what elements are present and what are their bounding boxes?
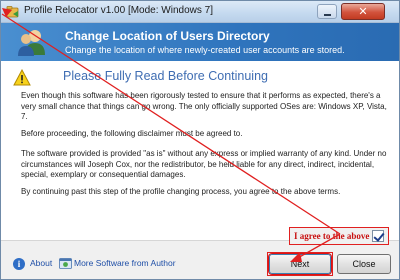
footer-bar: i About More Software from Author Next C… (1, 249, 399, 279)
users-icon (18, 30, 45, 56)
info-icon: i (13, 258, 25, 270)
app-window: Profile Relocator v1.00 [Mode: Windows 7… (0, 0, 400, 280)
about-link[interactable]: About (30, 258, 52, 268)
app-icon (6, 6, 19, 18)
globe-icon (59, 258, 72, 269)
disclaimer-paragraph: The software provided is provided "as is… (21, 149, 387, 179)
disclaimer-paragraph: Before proceeding, the following disclai… (21, 129, 243, 138)
minimize-button[interactable] (317, 4, 337, 19)
banner-title: Change Location of Users Directory (65, 29, 270, 43)
more-software-link[interactable]: More Software from Author (74, 258, 176, 268)
window-title: Profile Relocator v1.00 [Mode: Windows 7… (24, 5, 213, 16)
disclaimer-paragraph: By continuing past this step of the prof… (21, 187, 341, 196)
disclaimer-panel: Please Fully Read Before Continuing Even… (1, 61, 399, 241)
agree-checkbox-row[interactable]: I agree to the above (289, 227, 389, 245)
agree-checkbox[interactable] (372, 230, 384, 242)
title-bar[interactable]: Profile Relocator v1.00 [Mode: Windows 7… (1, 1, 399, 23)
disclaimer-paragraph: Even though this software has been rigor… (21, 91, 387, 121)
next-highlight-box (267, 252, 333, 276)
warning-icon (13, 69, 31, 86)
disclaimer-heading: Please Fully Read Before Continuing (63, 69, 268, 83)
header-banner: Change Location of Users Directory Chang… (1, 23, 399, 61)
banner-subtitle: Change the location of where newly-creat… (65, 45, 345, 55)
agree-label: I agree to the above (294, 231, 370, 241)
close-button[interactable]: Close (337, 254, 391, 274)
window-close-button[interactable]: ✕ (341, 3, 385, 20)
